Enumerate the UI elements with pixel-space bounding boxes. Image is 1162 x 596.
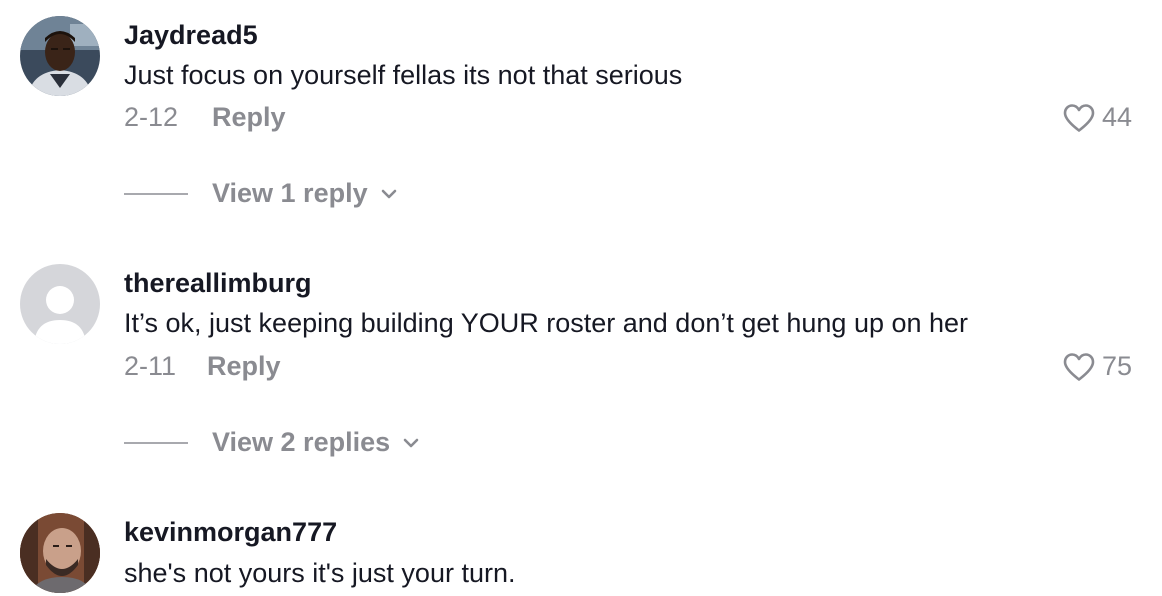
avatar[interactable] (20, 264, 100, 344)
like-count: 75 (1101, 351, 1132, 381)
like-count: 44 (1101, 102, 1132, 132)
comment-text: It’s ok, just keeping building YOUR rost… (124, 308, 969, 338)
chevron-down-icon (403, 438, 419, 447)
avatar-photo (20, 513, 100, 593)
divider (124, 192, 188, 195)
view-replies-label: View 1 reply (212, 178, 368, 208)
username[interactable]: kevinmorgan777 (124, 517, 337, 548)
view-replies-button[interactable]: View 1 reply (124, 178, 398, 209)
comment-date: 2-11 (124, 351, 177, 381)
reply-button[interactable]: Reply (212, 102, 286, 133)
comment-text: she's not yours it's just your turn. (124, 558, 516, 588)
like-button[interactable]: 75 (1062, 351, 1132, 382)
view-replies-button[interactable]: View 2 replies (124, 427, 420, 458)
avatar[interactable] (20, 16, 100, 96)
reply-button[interactable]: Reply (207, 351, 281, 382)
username[interactable]: thereallimburg (124, 268, 312, 299)
comment-text: Just focus on yourself fellas its not th… (124, 60, 683, 90)
divider (124, 441, 188, 444)
comment-date: 2-12 (124, 102, 179, 132)
heart-outline-icon (1063, 352, 1095, 381)
default-avatar-icon (20, 264, 100, 344)
heart-outline-icon (1063, 103, 1095, 132)
chevron-down-icon (381, 189, 396, 198)
avatar[interactable] (20, 513, 100, 593)
like-button[interactable]: 44 (1062, 102, 1132, 133)
avatar-photo (20, 16, 100, 96)
username[interactable]: Jaydread5 (124, 20, 258, 51)
view-replies-label: View 2 replies (212, 427, 391, 457)
